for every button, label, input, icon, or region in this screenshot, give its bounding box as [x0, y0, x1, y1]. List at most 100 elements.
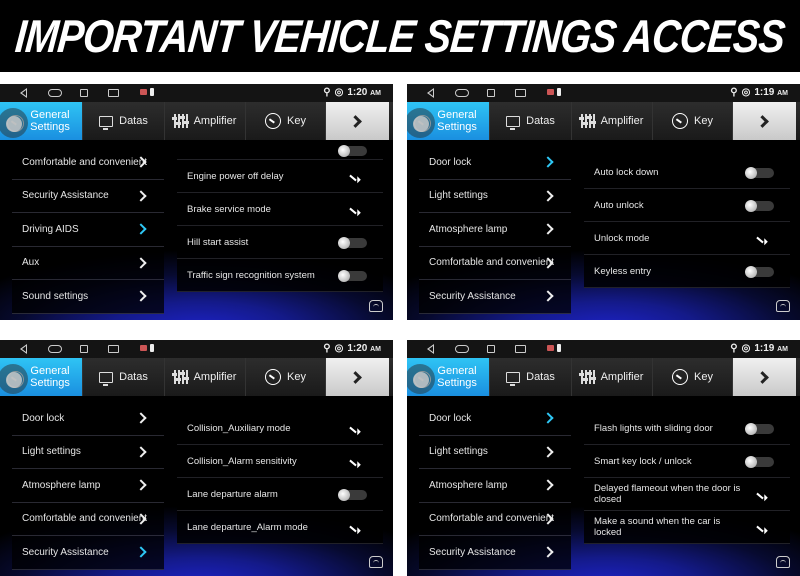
chevron-right-icon: [349, 114, 362, 128]
menu-item[interactable]: Security Assistance: [12, 179, 164, 213]
arrow-down-right-icon[interactable]: [756, 492, 764, 500]
setting-row[interactable]: Flash lights with sliding door: [584, 412, 790, 445]
menu-item[interactable]: Light settings: [419, 435, 571, 469]
menu-item[interactable]: Security Assistance: [419, 536, 571, 570]
toggle-switch[interactable]: [338, 489, 367, 501]
setting-row[interactable]: Collision_Auxiliary mode: [177, 412, 383, 445]
tab-general-settings[interactable]: General Settings: [407, 102, 490, 140]
toggle-switch[interactable]: [338, 270, 367, 282]
toggle-switch[interactable]: [745, 423, 774, 435]
floating-assist-button[interactable]: [6, 116, 22, 132]
menu-item[interactable]: Atmosphere lamp: [12, 469, 164, 503]
home-icon[interactable]: [455, 345, 469, 353]
setting-row[interactable]: Auto unlock: [584, 189, 790, 222]
recent-apps-icon[interactable]: [80, 89, 88, 97]
menu-item[interactable]: Door lock: [419, 402, 571, 436]
setting-row[interactable]: Make a sound when the car is locked: [584, 511, 790, 544]
tab-key[interactable]: Key: [246, 358, 326, 396]
setting-row[interactable]: Lane departure_Alarm mode: [177, 511, 383, 544]
tab-datas[interactable]: Datas: [490, 358, 572, 396]
tab-amplifier[interactable]: Amplifier: [165, 102, 246, 140]
menu-item[interactable]: Driving AIDS: [12, 213, 164, 247]
setting-row[interactable]: Delayed flameout when the door is closed: [584, 478, 790, 511]
toggle-switch[interactable]: [745, 200, 774, 212]
toggle-switch[interactable]: [745, 167, 774, 179]
home-icon[interactable]: [455, 89, 469, 97]
screen-mirror-icon[interactable]: [108, 89, 119, 97]
menu-item[interactable]: Light settings: [12, 435, 164, 469]
arrow-down-right-icon[interactable]: [349, 426, 357, 434]
tab-general-label: General Settings: [30, 365, 70, 389]
tab-key[interactable]: Key: [653, 102, 733, 140]
setting-row[interactable]: Traffic sign recognition system: [177, 259, 383, 292]
tab-general-settings[interactable]: General Settings: [0, 102, 83, 140]
arrow-down-right-icon[interactable]: [349, 207, 357, 215]
menu-item[interactable]: Sound settings: [12, 280, 164, 314]
toggle-switch[interactable]: [338, 237, 367, 249]
screen-mirror-icon[interactable]: [108, 345, 119, 353]
floating-assist-button[interactable]: [413, 372, 429, 388]
menu-item[interactable]: Atmosphere lamp: [419, 213, 571, 247]
back-icon[interactable]: [427, 88, 434, 98]
arrow-down-right-icon[interactable]: [349, 174, 357, 182]
tab-amplifier[interactable]: Amplifier: [572, 358, 653, 396]
next-tabs-button[interactable]: [733, 102, 796, 140]
car-icon[interactable]: [369, 300, 383, 312]
setting-row[interactable]: Brake service mode: [177, 193, 383, 226]
home-icon[interactable]: [48, 345, 62, 353]
menu-item[interactable]: Comfortable and convenient: [12, 146, 164, 180]
car-icon[interactable]: [776, 300, 790, 312]
setting-row[interactable]: Auto lock down: [584, 156, 790, 189]
car-icon[interactable]: [369, 556, 383, 568]
menu-item[interactable]: Comfortable and convenient: [419, 246, 571, 280]
tab-datas[interactable]: Datas: [490, 102, 572, 140]
home-icon[interactable]: [48, 89, 62, 97]
tab-general-settings[interactable]: General Settings: [0, 358, 83, 396]
screen-mirror-icon[interactable]: [515, 89, 526, 97]
recent-apps-icon[interactable]: [487, 345, 495, 353]
arrow-down-right-icon[interactable]: [756, 236, 764, 244]
next-tabs-button[interactable]: [326, 102, 389, 140]
setting-row[interactable]: Lane departure alarm: [177, 478, 383, 511]
setting-row[interactable]: Smart key lock / unlock: [584, 445, 790, 478]
screen-mirror-icon[interactable]: [515, 345, 526, 353]
menu-item[interactable]: Comfortable and convenient: [12, 502, 164, 536]
menu-item[interactable]: Aux: [12, 246, 164, 280]
next-tabs-button[interactable]: [733, 358, 796, 396]
tab-datas[interactable]: Datas: [83, 358, 165, 396]
toggle-switch[interactable]: [745, 456, 774, 468]
arrow-down-right-icon[interactable]: [349, 459, 357, 467]
menu-item[interactable]: Atmosphere lamp: [419, 469, 571, 503]
recent-apps-icon[interactable]: [487, 89, 495, 97]
back-icon[interactable]: [427, 344, 434, 354]
setting-row[interactable]: Keyless entry: [584, 255, 790, 288]
floating-assist-button[interactable]: [6, 372, 22, 388]
tab-key[interactable]: Key: [653, 358, 733, 396]
arrow-down-right-icon[interactable]: [756, 525, 764, 533]
menu-item[interactable]: Door lock: [419, 146, 571, 180]
tab-datas[interactable]: Datas: [83, 102, 165, 140]
setting-row[interactable]: Unlock mode: [584, 222, 790, 255]
toggle-switch[interactable]: [745, 266, 774, 278]
setting-row[interactable]: Engine power off delay: [177, 160, 383, 193]
setting-row[interactable]: Hill start assist: [177, 226, 383, 259]
menu-item[interactable]: Light settings: [419, 179, 571, 213]
menu-item[interactable]: Security Assistance: [12, 536, 164, 570]
setting-row[interactable]: Collision_Alarm sensitivity: [177, 445, 383, 478]
setting-row[interactable]: [177, 145, 383, 160]
tab-amplifier[interactable]: Amplifier: [165, 358, 246, 396]
arrow-down-right-icon[interactable]: [349, 525, 357, 533]
tab-key[interactable]: Key: [246, 102, 326, 140]
car-icon[interactable]: [776, 556, 790, 568]
menu-item[interactable]: Comfortable and convenient: [419, 502, 571, 536]
tab-amplifier[interactable]: Amplifier: [572, 102, 653, 140]
tab-general-settings[interactable]: General Settings: [407, 358, 490, 396]
menu-item[interactable]: Security Assistance: [419, 280, 571, 314]
toggle-switch[interactable]: [338, 145, 367, 157]
recent-apps-icon[interactable]: [80, 345, 88, 353]
next-tabs-button[interactable]: [326, 358, 389, 396]
menu-item[interactable]: Door lock: [12, 402, 164, 436]
back-icon[interactable]: [20, 344, 27, 354]
floating-assist-button[interactable]: [413, 116, 429, 132]
back-icon[interactable]: [20, 88, 27, 98]
